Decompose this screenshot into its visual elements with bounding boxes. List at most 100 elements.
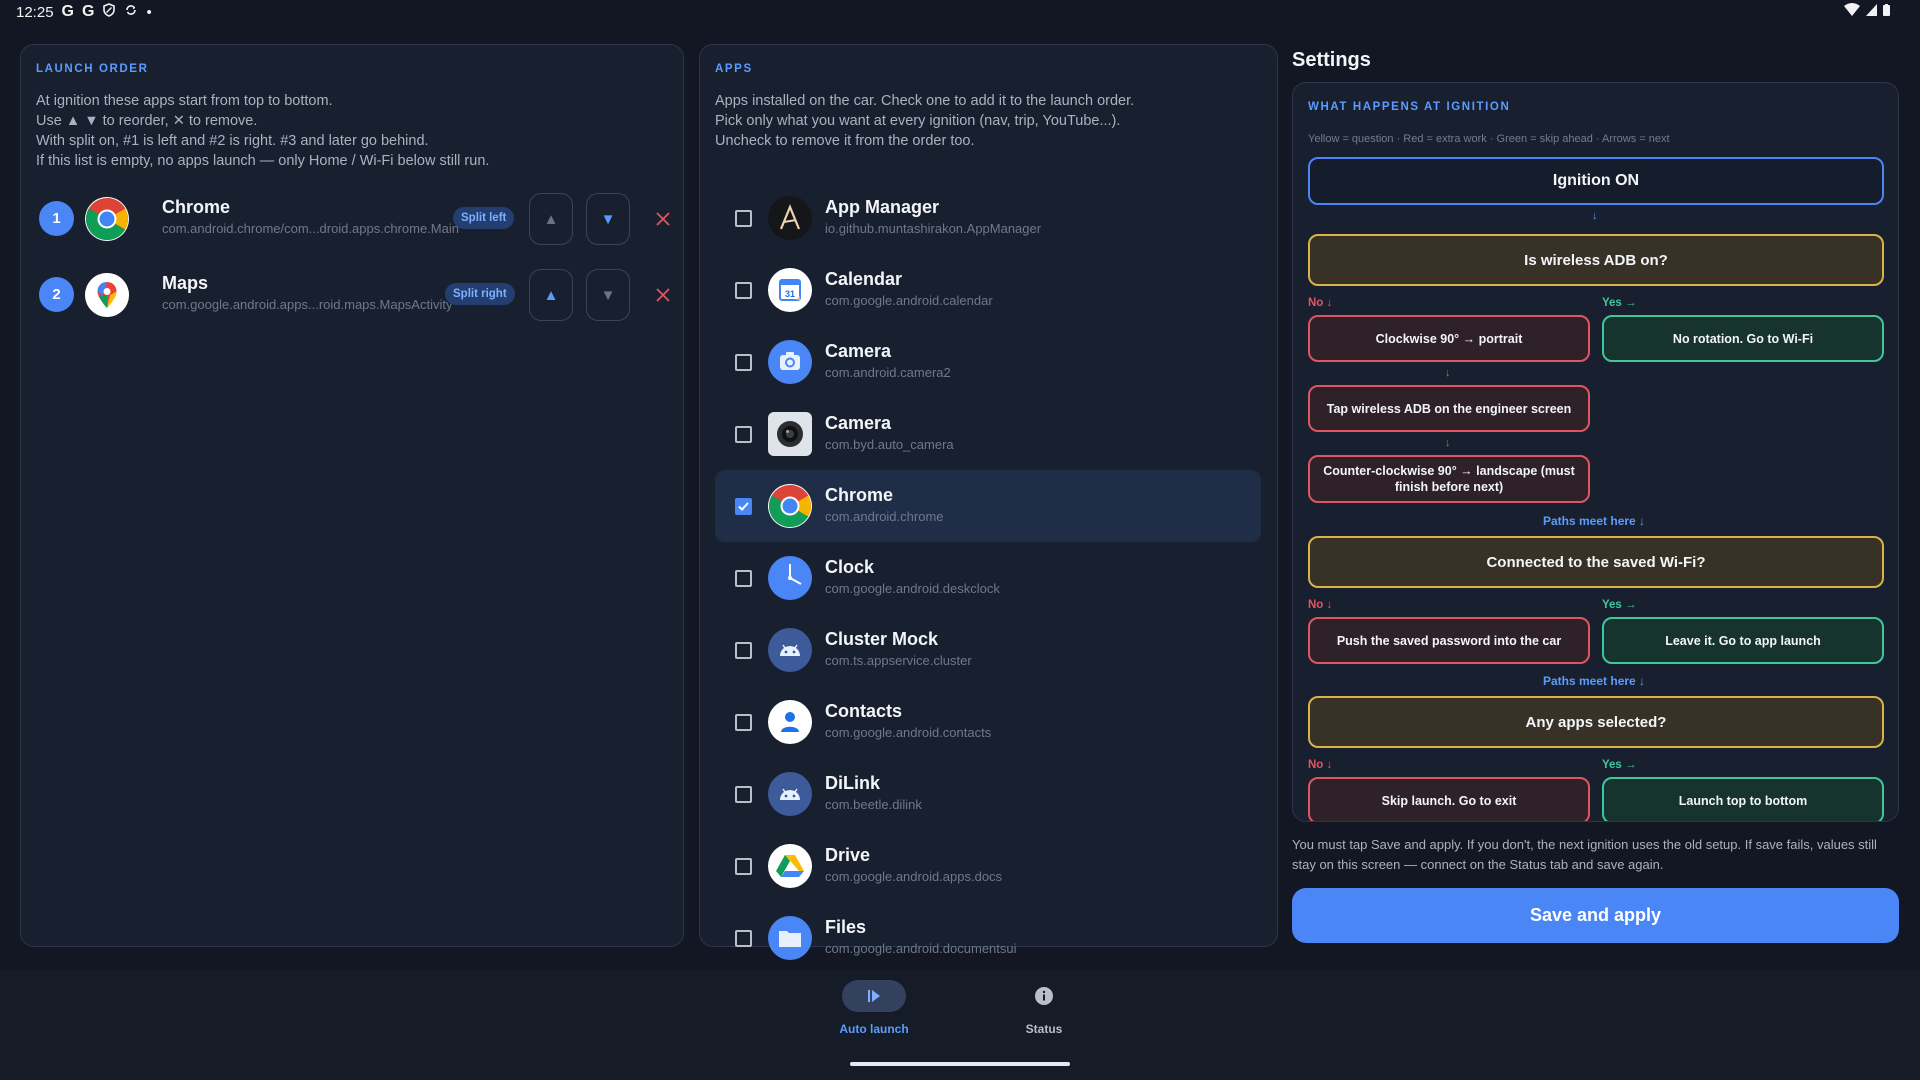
- app-name: Files: [825, 917, 867, 937]
- home-gesture-bar[interactable]: [850, 1062, 1070, 1066]
- app-name: Camera: [825, 341, 892, 361]
- app-package: io.github.muntashirakon.AppManager: [825, 221, 1042, 236]
- notification-dot: •: [146, 3, 152, 21]
- app-package: com.google.android.deskclock: [825, 581, 1000, 596]
- close-icon: [656, 288, 670, 302]
- question-apps-selected: Any apps selected?: [1308, 696, 1884, 748]
- shield-icon: [102, 3, 116, 21]
- order-app-package: com.android.chrome/com...droid.apps.chro…: [162, 221, 459, 236]
- app-checkbox[interactable]: [735, 354, 752, 371]
- calendar-icon: 31: [768, 268, 812, 312]
- nav-auto-launch[interactable]: Auto launch: [814, 980, 934, 1036]
- status-bar: 12:25 G G •: [0, 0, 1920, 24]
- app-list-item[interactable]: Camera com.android.camera2: [715, 326, 1261, 398]
- app-list-item[interactable]: Clock com.google.android.deskclock: [715, 542, 1261, 614]
- app-list-item[interactable]: Camera com.byd.auto_camera: [715, 398, 1261, 470]
- app-checkbox[interactable]: [735, 858, 752, 875]
- order-app-name: Maps: [162, 273, 209, 293]
- apps-title: APPS: [715, 63, 753, 75]
- save-and-apply-button[interactable]: Save and apply: [1292, 888, 1899, 943]
- remove-button[interactable]: [649, 281, 677, 309]
- status-bar-left: 12:25 G G •: [16, 3, 152, 21]
- app-list-item[interactable]: Contacts com.google.android.contacts: [715, 686, 1261, 758]
- app-name: DiLink: [825, 773, 881, 793]
- flow-arrow: ↓: [1445, 437, 1451, 449]
- launch-order-row: 1 Chrome com.android.chrome/com...droid.…: [39, 189, 679, 249]
- app-package: com.byd.auto_camera: [825, 437, 954, 452]
- app-list-item-selected[interactable]: Chrome com.android.chrome: [715, 470, 1261, 542]
- app-name: App Manager: [825, 197, 940, 217]
- app-package: com.android.camera2: [825, 365, 951, 380]
- move-down-button[interactable]: ▼: [586, 193, 630, 245]
- step-launch-apps: Launch top to bottom: [1602, 777, 1884, 821]
- no-label: No ↓: [1308, 759, 1333, 771]
- nav-pill-active: [842, 980, 906, 1012]
- desc-line: With split on, #1 is left and #2 is righ…: [36, 133, 429, 149]
- apps-description: Apps installed on the car. Check one to …: [715, 91, 1134, 151]
- app-list-item[interactable]: 31 Calendar com.google.android.calendar: [715, 254, 1261, 326]
- app-list-item[interactable]: Files com.google.android.documentsui: [715, 902, 1261, 974]
- app-name: Clock: [825, 557, 875, 577]
- order-number-badge: 2: [39, 277, 74, 312]
- battery-icon: [1883, 3, 1890, 21]
- app-list-item[interactable]: Drive com.google.android.apps.docs: [715, 830, 1261, 902]
- info-icon: [1035, 987, 1053, 1005]
- flow-arrow: ↓: [1445, 367, 1451, 379]
- nav-pill: [1012, 980, 1076, 1012]
- desc-line: At ignition these apps start from top to…: [36, 93, 333, 109]
- app-checkbox[interactable]: [735, 786, 752, 803]
- desc-line: Use ▲ ▼ to reorder, ✕ to remove.: [36, 113, 258, 129]
- step-rotate-portrait: Clockwise 90° → portrait: [1308, 315, 1590, 362]
- flow-legend: Yellow = question · Red = extra work · G…: [1308, 133, 1670, 145]
- maps-icon: [85, 273, 129, 317]
- move-down-button[interactable]: ▼: [586, 269, 630, 321]
- app-checkbox[interactable]: [735, 642, 752, 659]
- question-wifi: Connected to the saved Wi-Fi?: [1308, 536, 1884, 588]
- apps-list[interactable]: App Manager io.github.muntashirakon.AppM…: [715, 170, 1275, 982]
- app-checkbox-checked[interactable]: [735, 498, 752, 515]
- apps-panel: APPS Apps installed on the car. Check on…: [699, 44, 1278, 960]
- launch-order-row: 2 Maps com.google.android.apps...roid.ma…: [39, 265, 679, 325]
- move-up-button[interactable]: ▲: [529, 269, 573, 321]
- yes-label: Yes →: [1602, 297, 1637, 309]
- desc-line: Apps installed on the car. Check one to …: [715, 93, 1135, 109]
- app-checkbox[interactable]: [735, 714, 752, 731]
- move-up-button[interactable]: ▲: [529, 193, 573, 245]
- app-checkbox[interactable]: [735, 210, 752, 227]
- app-name: Drive: [825, 845, 871, 865]
- paths-meet-label: Paths meet here ↓: [1543, 674, 1646, 688]
- app-list-item[interactable]: Cluster Mock com.ts.appservice.cluster: [715, 614, 1261, 686]
- ignition-flow-panel[interactable]: WHAT HAPPENS AT IGNITION Yellow = questi…: [1292, 82, 1899, 822]
- split-left-badge: Split left: [453, 207, 515, 229]
- launch-order-title: LAUNCH ORDER: [36, 63, 149, 75]
- app-checkbox[interactable]: [735, 930, 752, 947]
- step-leave-wifi: Leave it. Go to app launch: [1602, 617, 1884, 664]
- yes-label: Yes →: [1602, 599, 1637, 611]
- app-list-item[interactable]: App Manager io.github.muntashirakon.AppM…: [715, 182, 1261, 254]
- app-package: com.google.android.calendar: [825, 293, 993, 308]
- app-name: Cluster Mock: [825, 629, 939, 649]
- clock-icon: [768, 556, 812, 600]
- split-right-badge: Split right: [445, 283, 515, 305]
- app-package: com.google.android.documentsui: [825, 941, 1017, 956]
- remove-button[interactable]: [649, 205, 677, 233]
- app-checkbox[interactable]: [735, 570, 752, 587]
- chrome-icon: [85, 197, 129, 241]
- google-notification-icon-2: G: [82, 3, 95, 20]
- yes-label: Yes →: [1602, 759, 1637, 771]
- app-list-item[interactable]: DiLink com.beetle.dilink: [715, 758, 1261, 830]
- desc-line: Uncheck to remove it from the order too.: [715, 133, 975, 149]
- nav-label: Auto launch: [839, 1022, 909, 1036]
- app-checkbox[interactable]: [735, 282, 752, 299]
- order-app-name: Chrome: [162, 197, 231, 217]
- step-tap-wireless-adb: Tap wireless ADB on the engineer screen: [1308, 385, 1590, 432]
- desc-line: Pick only what you want at every ignitio…: [715, 113, 1121, 129]
- step-no-rotation: No rotation. Go to Wi-Fi: [1602, 315, 1884, 362]
- android-icon: [768, 628, 812, 672]
- nav-status[interactable]: Status: [984, 980, 1104, 1036]
- app-manager-icon: [768, 196, 812, 240]
- app-checkbox[interactable]: [735, 426, 752, 443]
- order-app-package: com.google.android.apps...roid.maps.Maps…: [162, 297, 453, 312]
- settings-title: Settings: [1292, 49, 1371, 71]
- app-package: com.google.android.apps.docs: [825, 869, 1003, 884]
